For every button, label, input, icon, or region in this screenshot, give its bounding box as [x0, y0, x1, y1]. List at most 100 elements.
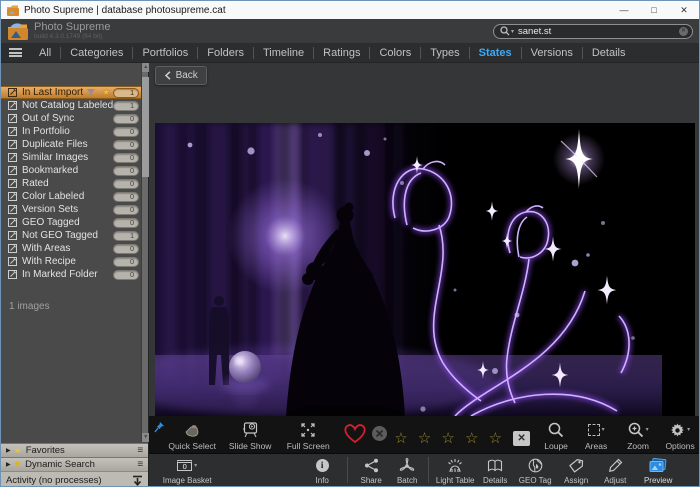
favorite-heart-icon[interactable] [343, 423, 367, 449]
tab-ratings[interactable]: Ratings [314, 47, 369, 59]
back-label: Back [176, 70, 198, 81]
assign-button[interactable]: Assign [558, 457, 594, 485]
edit-checkbox-icon[interactable] [8, 218, 17, 227]
edit-checkbox-icon[interactable] [8, 205, 17, 214]
filter-duplicate-files[interactable]: Duplicate Files 0 [1, 138, 148, 151]
pin-icon[interactable] [154, 421, 165, 433]
tab-colors[interactable]: Colors [370, 47, 420, 59]
sidebar-scrollbar[interactable]: ▲ ▼ [141, 63, 148, 442]
dynamic-search-panel-header[interactable]: ▶ ✹ Dynamic Search ≡ [1, 457, 148, 471]
batch-button[interactable]: Batch [390, 457, 424, 485]
edit-checkbox-icon[interactable] [8, 153, 17, 162]
edit-checkbox-icon[interactable] [8, 231, 17, 240]
search-input[interactable] [518, 26, 679, 37]
filter-out-of-sync[interactable]: Out of Sync 0 [1, 112, 148, 125]
clear-rating-icon[interactable] [371, 425, 388, 447]
filter-with-areas[interactable]: With Areas 0 [1, 242, 148, 255]
edit-checkbox-icon[interactable] [8, 88, 17, 97]
scrollbar-thumb[interactable] [142, 77, 149, 177]
share-button[interactable]: Share [354, 457, 388, 485]
search-scope-caret-icon[interactable]: ▾ [511, 28, 514, 35]
edit-checkbox-icon[interactable] [8, 257, 17, 266]
quick-select-button[interactable]: Quick Select [165, 422, 219, 451]
menu-icon[interactable] [9, 48, 22, 57]
scroll-down-icon[interactable]: ▼ [142, 433, 149, 442]
photo-supreme-window: Photo Supreme | database photosupreme.ca… [0, 0, 700, 487]
tab-all[interactable]: All [30, 47, 60, 59]
image-basket-caret-icon[interactable]: ▾ [194, 463, 197, 469]
zoom-caret-icon[interactable]: ▾ [646, 427, 649, 433]
details-button[interactable]: Details [478, 457, 512, 485]
expand-arrow-icon[interactable]: ▶ [6, 461, 11, 468]
app-icon [7, 5, 19, 16]
activity-dock-icon[interactable] [132, 475, 143, 486]
edit-checkbox-icon[interactable] [8, 127, 17, 136]
filter-in-last-import[interactable]: In Last Import ★ 1 [1, 86, 148, 99]
filter-rated[interactable]: Rated 0 [1, 177, 148, 190]
areas-caret-icon[interactable]: ▾ [602, 427, 605, 433]
filter-not-catalog-labeled[interactable]: Not Catalog Labeled 1 [1, 99, 148, 112]
info-button[interactable]: i Info [305, 457, 339, 485]
fan-icon [399, 458, 415, 474]
filter-color-labeled[interactable]: Color Labeled 0 [1, 190, 148, 203]
edit-checkbox-icon[interactable] [8, 114, 17, 123]
close-button[interactable]: ✕ [669, 1, 699, 19]
filter-label: Color Labeled [22, 191, 84, 202]
favorites-panel-header[interactable]: ▶ ★ Favorites ≡ [1, 443, 148, 457]
loupe-button[interactable]: Loupe [540, 422, 572, 451]
scroll-up-icon[interactable]: ▲ [142, 63, 149, 72]
search-box[interactable]: ▾ ✕ [493, 24, 693, 39]
dynamic-search-menu-icon[interactable]: ≡ [137, 459, 143, 470]
filter-similar-images[interactable]: Similar Images 0 [1, 151, 148, 164]
options-caret-icon[interactable]: ▾ [687, 427, 690, 433]
minimize-button[interactable]: — [609, 1, 639, 19]
filter-label: Duplicate Files [22, 139, 88, 150]
filter-funnel-icon[interactable] [87, 89, 95, 97]
edit-checkbox-icon[interactable] [8, 140, 17, 149]
tab-categories[interactable]: Categories [61, 47, 132, 59]
tab-states[interactable]: States [470, 47, 521, 59]
slide-show-button[interactable]: Slide Show [223, 422, 277, 451]
zoom-button[interactable]: ▾ Zoom [620, 422, 656, 451]
back-button[interactable]: Back [155, 66, 207, 85]
tab-details[interactable]: Details [583, 47, 635, 59]
filter-version-sets[interactable]: Version Sets 0 [1, 203, 148, 216]
adjust-button[interactable]: Adjust [598, 457, 632, 485]
tab-types[interactable]: Types [421, 47, 468, 59]
options-button[interactable]: ▾ Options [660, 422, 700, 451]
batch-label: Batch [397, 477, 417, 485]
expand-arrow-icon[interactable]: ▶ [6, 447, 11, 454]
light-table-icon [447, 458, 463, 474]
filter-geo-tagged[interactable]: GEO Tagged 0 [1, 216, 148, 229]
geo-tag-button[interactable]: GEO Tag [516, 457, 554, 485]
edit-checkbox-icon[interactable] [8, 192, 17, 201]
tab-portfolios[interactable]: Portfolios [133, 47, 197, 59]
light-table-button[interactable]: Light Table [432, 457, 478, 485]
edit-checkbox-icon[interactable] [8, 244, 17, 253]
areas-button[interactable]: ▾ Areas [578, 422, 614, 451]
tab-timeline[interactable]: Timeline [254, 47, 313, 59]
full-screen-button[interactable]: Full Screen [281, 422, 335, 451]
filter-in-marked-folder[interactable]: In Marked Folder 0 [1, 268, 148, 281]
tab-versions[interactable]: Versions [522, 47, 582, 59]
tab-folders[interactable]: Folders [198, 47, 253, 59]
filter-not-geo-tagged[interactable]: Not GEO Tagged 1 [1, 229, 148, 242]
reject-button[interactable]: ✕ [513, 431, 530, 446]
search-clear-icon[interactable]: ✕ [679, 27, 688, 36]
edit-checkbox-icon[interactable] [8, 101, 17, 110]
activity-bar[interactable]: Activity (no processes) [1, 471, 148, 487]
rating-stars[interactable]: ☆ ☆ ☆ ☆ ☆ [394, 431, 505, 450]
image-basket-button[interactable]: 0▾ Image Basket [155, 457, 219, 485]
filter-label: In Marked Folder [22, 269, 98, 280]
filter-in-portfolio[interactable]: In Portfolio 0 [1, 125, 148, 138]
filter-label: Similar Images [22, 152, 88, 163]
favorite-star-icon[interactable]: ★ [102, 87, 110, 98]
edit-checkbox-icon[interactable] [8, 166, 17, 175]
preview-button[interactable]: Preview [638, 457, 678, 485]
edit-checkbox-icon[interactable] [8, 179, 17, 188]
filter-bookmarked[interactable]: Bookmarked 0 [1, 164, 148, 177]
filter-with-recipe[interactable]: With Recipe 0 [1, 255, 148, 268]
edit-checkbox-icon[interactable] [8, 270, 17, 279]
favorites-menu-icon[interactable]: ≡ [137, 445, 143, 456]
maximize-button[interactable]: □ [639, 1, 669, 19]
